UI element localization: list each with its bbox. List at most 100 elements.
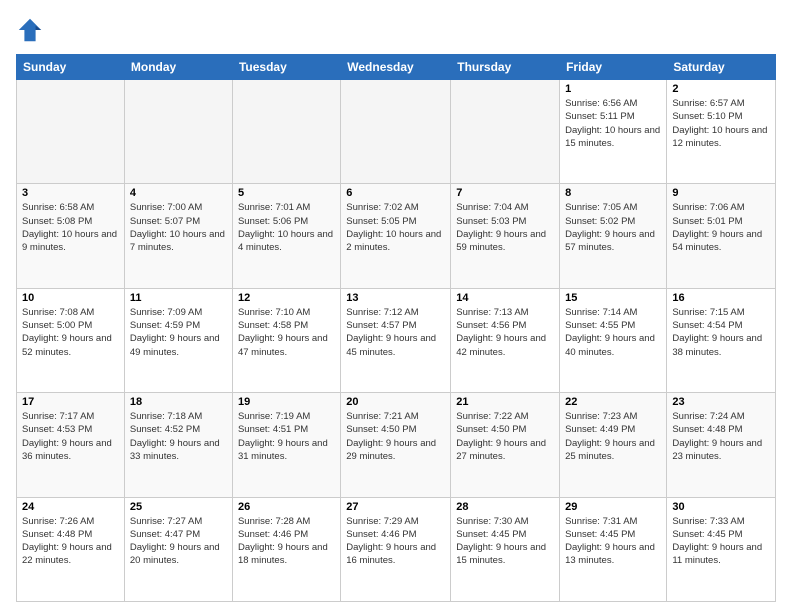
calendar-cell: 19 Sunrise: 7:19 AM Sunset: 4:51 PM Dayli…: [232, 393, 340, 497]
day-number: 3: [22, 187, 119, 199]
calendar-week-row: 10 Sunrise: 7:08 AM Sunset: 5:00 PM Dayli…: [17, 288, 776, 392]
day-number: 11: [130, 292, 227, 304]
day-info: Sunrise: 7:02 AM Sunset: 5:05 PM Dayligh…: [346, 201, 445, 254]
day-number: 12: [238, 292, 335, 304]
day-number: 23: [672, 396, 770, 408]
day-number: 4: [130, 187, 227, 199]
day-info: Sunrise: 7:17 AM Sunset: 4:53 PM Dayligh…: [22, 410, 119, 463]
calendar-cell: 24 Sunrise: 7:26 AM Sunset: 4:48 PM Dayli…: [17, 497, 125, 601]
calendar-cell: [232, 80, 340, 184]
calendar-cell: 26 Sunrise: 7:28 AM Sunset: 4:46 PM Dayli…: [232, 497, 340, 601]
calendar-week-row: 1 Sunrise: 6:56 AM Sunset: 5:11 PM Daylig…: [17, 80, 776, 184]
day-info: Sunrise: 7:29 AM Sunset: 4:46 PM Dayligh…: [346, 515, 445, 568]
day-number: 18: [130, 396, 227, 408]
column-header-saturday: Saturday: [667, 55, 776, 80]
column-header-monday: Monday: [124, 55, 232, 80]
day-info: Sunrise: 7:31 AM Sunset: 4:45 PM Dayligh…: [565, 515, 661, 568]
logo-icon: [16, 16, 44, 44]
day-number: 28: [456, 501, 554, 513]
calendar: SundayMondayTuesdayWednesdayThursdayFrid…: [16, 54, 776, 602]
calendar-cell: 21 Sunrise: 7:22 AM Sunset: 4:50 PM Dayli…: [451, 393, 560, 497]
calendar-cell: 14Sunrise: 7:13 AM Sunset: 4:56 PM Dayli…: [451, 288, 560, 392]
calendar-cell: 30Sunrise: 7:33 AM Sunset: 4:45 PM Dayli…: [667, 497, 776, 601]
day-number: 10: [22, 292, 119, 304]
day-number: 1: [565, 83, 661, 95]
column-header-sunday: Sunday: [17, 55, 125, 80]
day-info: Sunrise: 7:26 AM Sunset: 4:48 PM Dayligh…: [22, 515, 119, 568]
calendar-cell: 28 Sunrise: 7:30 AM Sunset: 4:45 PM Dayli…: [451, 497, 560, 601]
day-number: 6: [346, 187, 445, 199]
day-number: 2: [672, 83, 770, 95]
day-info: Sunrise: 7:22 AM Sunset: 4:50 PM Dayligh…: [456, 410, 554, 463]
day-number: 14: [456, 292, 554, 304]
calendar-cell: 3Sunrise: 6:58 AM Sunset: 5:08 PM Daylig…: [17, 184, 125, 288]
day-info: Sunrise: 6:57 AM Sunset: 5:10 PM Dayligh…: [672, 97, 770, 150]
calendar-cell: 11Sunrise: 7:09 AM Sunset: 4:59 PM Dayli…: [124, 288, 232, 392]
day-number: 16: [672, 292, 770, 304]
calendar-cell: 4 Sunrise: 7:00 AM Sunset: 5:07 PM Daylig…: [124, 184, 232, 288]
calendar-cell: 22 Sunrise: 7:23 AM Sunset: 4:49 PM Dayli…: [560, 393, 667, 497]
day-info: Sunrise: 7:04 AM Sunset: 5:03 PM Dayligh…: [456, 201, 554, 254]
calendar-cell: 20 Sunrise: 7:21 AM Sunset: 4:50 PM Dayli…: [341, 393, 451, 497]
day-number: 17: [22, 396, 119, 408]
calendar-cell: 16Sunrise: 7:15 AM Sunset: 4:54 PM Dayli…: [667, 288, 776, 392]
day-info: Sunrise: 7:30 AM Sunset: 4:45 PM Dayligh…: [456, 515, 554, 568]
day-number: 24: [22, 501, 119, 513]
calendar-cell: 1 Sunrise: 6:56 AM Sunset: 5:11 PM Daylig…: [560, 80, 667, 184]
calendar-cell: 7 Sunrise: 7:04 AM Sunset: 5:03 PM Daylig…: [451, 184, 560, 288]
day-info: Sunrise: 7:10 AM Sunset: 4:58 PM Dayligh…: [238, 306, 335, 359]
page: SundayMondayTuesdayWednesdayThursdayFrid…: [0, 0, 792, 612]
calendar-cell: 13 Sunrise: 7:12 AM Sunset: 4:57 PM Dayli…: [341, 288, 451, 392]
day-number: 22: [565, 396, 661, 408]
day-number: 15: [565, 292, 661, 304]
day-info: Sunrise: 7:24 AM Sunset: 4:48 PM Dayligh…: [672, 410, 770, 463]
day-info: Sunrise: 7:23 AM Sunset: 4:49 PM Dayligh…: [565, 410, 661, 463]
day-info: Sunrise: 7:27 AM Sunset: 4:47 PM Dayligh…: [130, 515, 227, 568]
day-info: Sunrise: 7:28 AM Sunset: 4:46 PM Dayligh…: [238, 515, 335, 568]
calendar-cell: [451, 80, 560, 184]
day-number: 7: [456, 187, 554, 199]
calendar-cell: 15Sunrise: 7:14 AM Sunset: 4:55 PM Dayli…: [560, 288, 667, 392]
day-info: Sunrise: 7:12 AM Sunset: 4:57 PM Dayligh…: [346, 306, 445, 359]
day-number: 26: [238, 501, 335, 513]
day-number: 29: [565, 501, 661, 513]
day-info: Sunrise: 7:19 AM Sunset: 4:51 PM Dayligh…: [238, 410, 335, 463]
day-info: Sunrise: 7:33 AM Sunset: 4:45 PM Dayligh…: [672, 515, 770, 568]
calendar-cell: 9 Sunrise: 7:06 AM Sunset: 5:01 PM Daylig…: [667, 184, 776, 288]
calendar-cell: 27 Sunrise: 7:29 AM Sunset: 4:46 PM Dayli…: [341, 497, 451, 601]
day-number: 19: [238, 396, 335, 408]
day-number: 13: [346, 292, 445, 304]
calendar-cell: 8 Sunrise: 7:05 AM Sunset: 5:02 PM Daylig…: [560, 184, 667, 288]
calendar-cell: 23 Sunrise: 7:24 AM Sunset: 4:48 PM Dayli…: [667, 393, 776, 497]
day-number: 20: [346, 396, 445, 408]
day-number: 9: [672, 187, 770, 199]
calendar-week-row: 24 Sunrise: 7:26 AM Sunset: 4:48 PM Dayli…: [17, 497, 776, 601]
column-header-friday: Friday: [560, 55, 667, 80]
calendar-week-row: 17 Sunrise: 7:17 AM Sunset: 4:53 PM Dayli…: [17, 393, 776, 497]
day-number: 27: [346, 501, 445, 513]
day-info: Sunrise: 7:01 AM Sunset: 5:06 PM Dayligh…: [238, 201, 335, 254]
calendar-week-row: 3Sunrise: 6:58 AM Sunset: 5:08 PM Daylig…: [17, 184, 776, 288]
header: [16, 16, 776, 44]
calendar-cell: 17 Sunrise: 7:17 AM Sunset: 4:53 PM Dayli…: [17, 393, 125, 497]
day-number: 21: [456, 396, 554, 408]
day-info: Sunrise: 7:08 AM Sunset: 5:00 PM Dayligh…: [22, 306, 119, 359]
calendar-cell: 25Sunrise: 7:27 AM Sunset: 4:47 PM Dayli…: [124, 497, 232, 601]
calendar-cell: 12 Sunrise: 7:10 AM Sunset: 4:58 PM Dayli…: [232, 288, 340, 392]
calendar-cell: 6 Sunrise: 7:02 AM Sunset: 5:05 PM Daylig…: [341, 184, 451, 288]
calendar-cell: 10 Sunrise: 7:08 AM Sunset: 5:00 PM Dayli…: [17, 288, 125, 392]
calendar-cell: [341, 80, 451, 184]
day-info: Sunrise: 7:05 AM Sunset: 5:02 PM Dayligh…: [565, 201, 661, 254]
column-header-tuesday: Tuesday: [232, 55, 340, 80]
day-info: Sunrise: 6:56 AM Sunset: 5:11 PM Dayligh…: [565, 97, 661, 150]
day-number: 8: [565, 187, 661, 199]
calendar-cell: [124, 80, 232, 184]
day-info: Sunrise: 7:00 AM Sunset: 5:07 PM Dayligh…: [130, 201, 227, 254]
calendar-cell: 2 Sunrise: 6:57 AM Sunset: 5:10 PM Daylig…: [667, 80, 776, 184]
day-number: 5: [238, 187, 335, 199]
calendar-cell: 18 Sunrise: 7:18 AM Sunset: 4:52 PM Dayli…: [124, 393, 232, 497]
day-info: Sunrise: 7:06 AM Sunset: 5:01 PM Dayligh…: [672, 201, 770, 254]
calendar-cell: 29 Sunrise: 7:31 AM Sunset: 4:45 PM Dayli…: [560, 497, 667, 601]
day-info: Sunrise: 7:18 AM Sunset: 4:52 PM Dayligh…: [130, 410, 227, 463]
day-info: Sunrise: 7:21 AM Sunset: 4:50 PM Dayligh…: [346, 410, 445, 463]
